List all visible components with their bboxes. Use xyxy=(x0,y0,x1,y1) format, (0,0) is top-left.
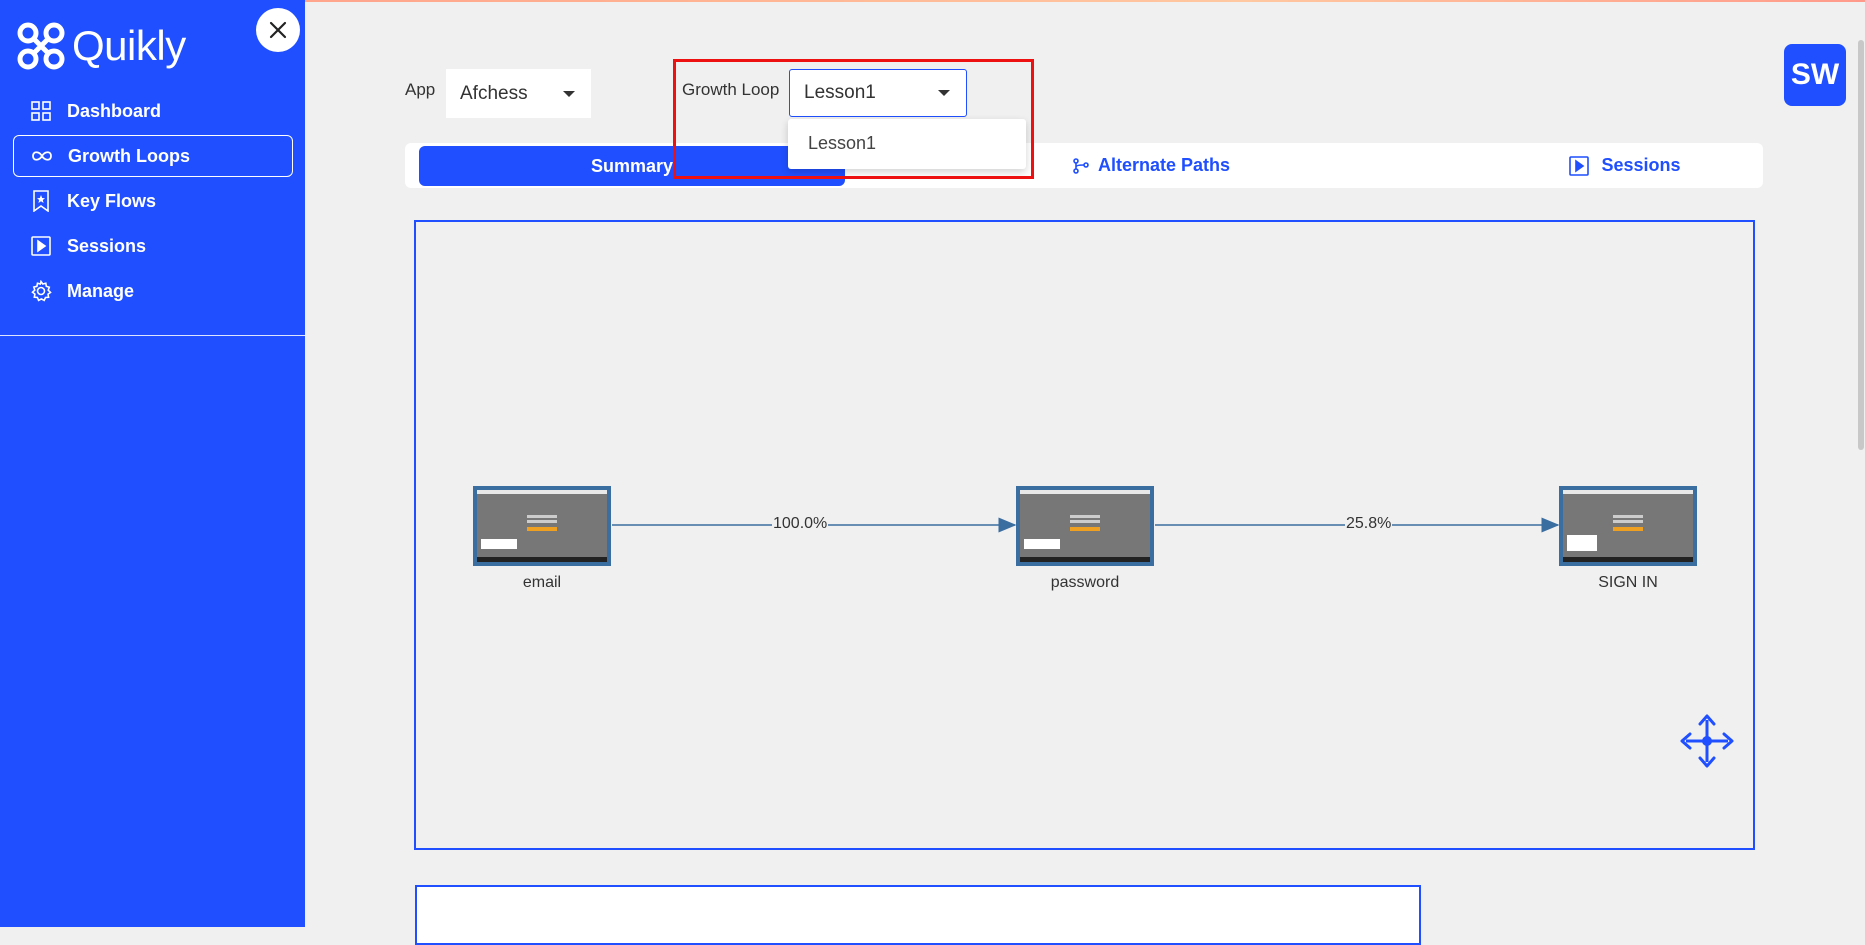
close-sidebar-button[interactable] xyxy=(256,8,300,52)
flow-canvas[interactable]: 100.0% 25.8% email password SIGN IN xyxy=(414,220,1755,850)
play-icon xyxy=(30,235,52,257)
infinity-icon xyxy=(31,145,53,167)
node-label: password xyxy=(1050,574,1120,591)
sidebar-nav: Dashboard Growth Loops Key Flows Session… xyxy=(13,90,293,315)
move-icon[interactable] xyxy=(1680,714,1734,773)
tab-alternate-paths[interactable]: Alternate Paths xyxy=(1001,143,1301,188)
sidebar-item-label: Dashboard xyxy=(67,100,162,121)
sidebar-item-growth-loops[interactable]: Growth Loops xyxy=(13,135,293,177)
tab-sessions[interactable]: Sessions xyxy=(1475,143,1775,188)
play-icon xyxy=(1569,155,1590,176)
node-label: SIGN IN xyxy=(1598,574,1658,591)
sidebar: Quikly Dashboard Growth Loops Key Flows … xyxy=(0,0,305,927)
logo: Quikly xyxy=(16,20,186,72)
user-avatar[interactable]: SW xyxy=(1784,44,1846,106)
brand-name: Quikly xyxy=(72,22,186,69)
sidebar-item-dashboard[interactable]: Dashboard xyxy=(13,90,293,132)
screen-thumbnail xyxy=(1559,486,1697,566)
app-select-value: Afchess xyxy=(460,82,528,104)
screen-thumbnail xyxy=(473,486,611,566)
branch-icon xyxy=(1072,157,1090,175)
sidebar-item-label: Growth Loops xyxy=(68,145,190,166)
view-tabs: Summary Alternate Paths Sessions xyxy=(405,143,1763,188)
sidebar-divider xyxy=(0,335,305,336)
app-select[interactable]: Afchess xyxy=(446,69,591,118)
screen-thumbnail xyxy=(1016,486,1154,566)
tab-summary-label: Summary xyxy=(590,155,674,176)
bookmark-icon xyxy=(30,190,52,212)
edge-label: 25.8% xyxy=(1345,515,1393,533)
sidebar-item-key-flows[interactable]: Key Flows xyxy=(13,180,293,222)
flow-node-email[interactable]: email xyxy=(473,486,611,591)
highlight-box xyxy=(673,59,1034,179)
tab-alternate-paths-label: Alternate Paths xyxy=(1097,155,1231,175)
logo-icon xyxy=(17,22,65,70)
page-scrollbar[interactable] xyxy=(1858,40,1864,450)
gear-icon xyxy=(30,280,52,302)
sidebar-item-sessions[interactable]: Sessions xyxy=(13,225,293,267)
chevron-down-icon xyxy=(563,90,575,97)
tab-sessions-label: Sessions xyxy=(1601,155,1681,175)
edge-label: 100.0% xyxy=(772,515,829,533)
grid-icon xyxy=(30,100,52,122)
close-icon xyxy=(269,21,287,39)
sidebar-item-label: Key Flows xyxy=(67,190,157,211)
sidebar-item-manage[interactable]: Manage xyxy=(13,270,293,312)
app-label: App xyxy=(405,80,436,99)
node-label: email xyxy=(522,574,562,591)
sidebar-item-label: Manage xyxy=(67,280,135,301)
flow-node-sign-in[interactable]: SIGN IN xyxy=(1559,486,1697,591)
bottom-panel xyxy=(415,885,1421,945)
sidebar-item-label: Sessions xyxy=(67,235,147,256)
flow-node-password[interactable]: password xyxy=(1016,486,1154,591)
